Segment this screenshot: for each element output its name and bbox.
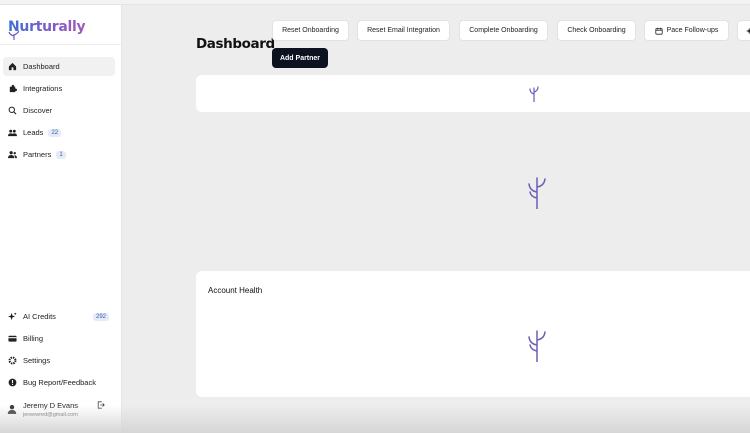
check-onboarding-button[interactable]: Check Onboarding	[557, 20, 636, 41]
sidebar-divider	[0, 44, 122, 45]
home-icon	[8, 62, 17, 71]
avatar	[7, 405, 17, 414]
sidebar-item-bug-report[interactable]: Bug Report/Feedback	[3, 373, 115, 392]
users-icon	[8, 128, 17, 137]
user-name: Jeremy D Evans	[23, 400, 79, 410]
logo[interactable]: Nurturally	[8, 14, 86, 40]
reset-email-integration-button[interactable]: Reset Email Integration	[357, 20, 450, 41]
partners-count-badge: 1	[56, 150, 66, 159]
sidebar-item-label: Settings	[23, 356, 51, 365]
sidebar-item-integrations[interactable]: Integrations	[3, 79, 115, 98]
user-email: jereewred@gmail.com	[23, 411, 78, 418]
card-title: Account Health	[208, 286, 263, 295]
account-health-card: Account Health	[196, 271, 750, 397]
page-title: Dashboard	[196, 36, 275, 52]
calendar-icon	[655, 27, 663, 35]
sidebar: Nurturally Dashboard Integrations Discov…	[0, 5, 122, 433]
sidebar-item-label: Discover	[23, 106, 53, 115]
sidebar-item-dashboard[interactable]: Dashboard	[3, 57, 115, 76]
logout-icon[interactable]	[97, 401, 105, 409]
alert-icon	[8, 378, 17, 387]
user-profile[interactable]: Jeremy D Evans jereewred@gmail.com	[7, 396, 117, 422]
sidebar-item-partners[interactable]: Partners 1	[3, 145, 115, 164]
pace-follow-ups-button[interactable]: Pace Follow-ups	[644, 20, 729, 41]
sidebar-item-label: Billing	[23, 334, 44, 343]
complete-onboarding-button[interactable]: Complete Onboarding	[459, 20, 548, 41]
sidebar-item-label: Bug Report/Feedback	[23, 378, 96, 387]
sidebar-item-label: Partners	[23, 150, 52, 159]
gear-icon	[8, 356, 17, 365]
loading-sprout-icon	[528, 330, 546, 362]
sparkle-icon	[746, 27, 750, 34]
leads-count-badge: 22	[48, 128, 62, 137]
sidebar-item-billing[interactable]: Billing	[3, 329, 115, 348]
loading-sprout-icon	[528, 177, 546, 209]
sidebar-item-label: Leads	[23, 128, 44, 137]
button-label: Check Onboarding	[567, 27, 626, 34]
sidebar-item-label: Dashboard	[23, 62, 60, 71]
search-icon	[8, 106, 17, 115]
user-info: Jeremy D Evans jereewred@gmail.com	[23, 401, 78, 418]
loading-card-top	[196, 75, 750, 112]
card-icon	[8, 334, 17, 343]
puzzle-icon	[8, 84, 17, 93]
more-actions-button[interactable]	[737, 20, 750, 41]
reset-onboarding-button[interactable]: Reset Onboarding	[272, 20, 349, 41]
button-label: Complete Onboarding	[469, 27, 538, 34]
sidebar-item-ai-credits[interactable]: AI Credits 292	[3, 307, 115, 326]
sparkle-icon	[8, 312, 17, 321]
ai-credits-badge: 292	[92, 312, 109, 321]
add-partner-button[interactable]: Add Partner	[272, 48, 328, 68]
button-label: Reset Onboarding	[282, 27, 339, 34]
sidebar-item-discover[interactable]: Discover	[3, 101, 115, 120]
button-label: Pace Follow-ups	[666, 27, 719, 34]
sidebar-item-settings[interactable]: Settings	[3, 351, 115, 370]
logo-sprout-icon	[8, 30, 20, 40]
sidebar-item-label: Integrations	[23, 84, 63, 93]
partners-icon	[8, 150, 17, 159]
sidebar-item-leads[interactable]: Leads 22	[3, 123, 115, 142]
loading-sprout-icon	[529, 86, 539, 102]
button-label: Reset Email Integration	[367, 27, 440, 34]
sidebar-item-label: AI Credits	[23, 312, 56, 321]
